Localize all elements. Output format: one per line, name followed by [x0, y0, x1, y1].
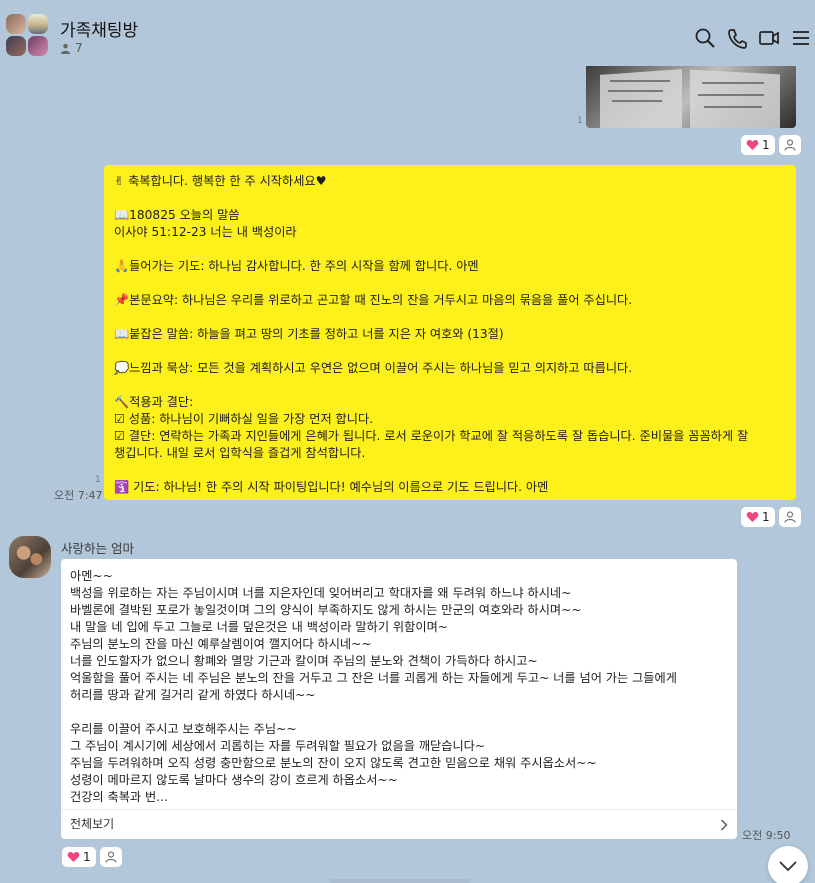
- message-line: 백성을 위로하는 자는 주님이시며 너를 지은자인데 잊어버리고 학대자를 왜 …: [70, 586, 572, 600]
- read-marker: 1: [95, 475, 101, 485]
- reaction-bar: 1: [741, 507, 801, 527]
- message-line: [114, 462, 786, 479]
- photo-text-line: [698, 94, 764, 96]
- message-line: 💭느낌과 묵상: 모든 것을 계획하시고 우연은 없으며 이끌어 주시는 하나님…: [114, 361, 633, 375]
- member-count-value: 7: [75, 41, 83, 55]
- message-line: 주님의 분노의 잔을 마신 예루살렘이여 깰지어다 하시네~~: [70, 637, 372, 651]
- message-line: 바벨론에 결박된 포로가 놓일것이며 그의 양식이 부족하지도 않게 하시는 만…: [70, 603, 582, 617]
- message-line: 내 말을 네 입에 두고 그늘로 너를 덮은것은 내 백성이라 말하기 위함이며…: [70, 620, 448, 634]
- message-line: 🔨적용과 결단:: [114, 395, 194, 409]
- heart-icon: [67, 851, 80, 862]
- react-members-button[interactable]: [778, 135, 801, 155]
- see-all-button[interactable]: 전체보기: [61, 809, 737, 839]
- message-line: 🛐 기도: 하나님! 한 주의 시작 파이팅입니다! 예수님의 이름으로 기도 …: [114, 480, 549, 494]
- received-message-bubble[interactable]: 아멘~~ 백성을 위로하는 자는 주님이시며 너를 지은자인데 잊어버리고 학대자…: [61, 559, 737, 839]
- scroll-to-bottom-button[interactable]: [768, 846, 808, 883]
- message-line: 🙏들어가는 기도: 하나님 감사합니다. 한 주의 시작을 함께 합니다. 아멘: [114, 259, 479, 273]
- message-line: 주님을 두려워하며 오직 성령 충만함으로 분노의 잔이 오지 않도록 견고한 …: [70, 756, 597, 770]
- member-avatar: [6, 36, 26, 56]
- chat-header: 가족채팅방 7: [0, 0, 815, 66]
- message-time: 오전 9:50: [742, 829, 791, 842]
- reaction-bar: 1: [62, 847, 122, 867]
- react-members-button[interactable]: [99, 847, 122, 867]
- message-line: 이사야 51:12-23 너는 내 백성이라: [114, 225, 297, 239]
- heart-icon: [746, 139, 759, 150]
- heart-count: 1: [762, 138, 770, 152]
- member-avatar: [28, 36, 48, 56]
- person-icon: [784, 511, 796, 523]
- reaction-bar: 1: [741, 135, 801, 155]
- chevron-right-icon: [721, 819, 728, 830]
- message-text: 아멘~~ 백성을 위로하는 자는 주님이시며 너를 지은자인데 잊어버리고 학대자…: [70, 568, 728, 806]
- sent-message-bubble[interactable]: ✌ 축복합니다. 행복한 한 주 시작하세요♥ 📖180825 오늘의 말씀이사야…: [104, 165, 796, 500]
- message-line: 건강의 축복과 번...: [70, 790, 168, 804]
- search-icon[interactable]: [694, 27, 716, 49]
- message-line: 억울함을 풀어 주시는 네 주님은 분노의 잔을 거두고 그 잔은 너를 괴롭게…: [70, 671, 677, 685]
- heart-icon: [746, 511, 759, 522]
- group-avatar[interactable]: [6, 14, 50, 58]
- person-icon: [784, 139, 796, 151]
- photo-text-line: [704, 106, 762, 108]
- person-icon: [105, 851, 117, 863]
- see-all-label: 전체보기: [70, 817, 115, 831]
- message-line: 📌본문요약: 하나님은 우리를 위로하고 곤고할 때 진노의 잔을 거두시고 마…: [114, 293, 633, 307]
- message-line: 📖붙잡은 말씀: 하늘을 펴고 땅의 기초를 정하고 너를 지은 자 여호와 (…: [114, 327, 504, 341]
- message-line: [114, 309, 786, 326]
- react-members-button[interactable]: [778, 507, 801, 527]
- message-line: 챙깁니다. 내일 로서 입학식을 즐겁게 참석합니다.: [114, 446, 366, 460]
- message-line: 우리를 이끌어 주시고 보호해주시는 주님~~: [70, 722, 297, 736]
- message-line: ☑ 결단: 연락하는 가족과 지인들에게 은혜가 됩니다. 로서 로운이가 학교…: [114, 429, 749, 443]
- read-marker: 1: [577, 116, 583, 126]
- message-line: 허리를 땅과 같게 길거리 같게 하였다 하시네~~: [70, 688, 316, 702]
- message-line: [114, 275, 786, 292]
- message-line: [114, 377, 786, 394]
- heart-reaction[interactable]: 1: [741, 507, 775, 527]
- photo-text-line: [610, 80, 670, 82]
- message-line: [114, 343, 786, 360]
- heart-count: 1: [83, 850, 91, 864]
- message-line: 그 주님이 계시기에 세상에서 괴롭히는 자를 두려워할 필요가 없음을 깨닫습…: [70, 739, 486, 753]
- photo-message[interactable]: [586, 66, 796, 128]
- photo-page: [690, 69, 780, 128]
- message-line: [114, 241, 786, 258]
- message-line: [70, 704, 728, 721]
- input-bar-edge: [330, 879, 470, 883]
- member-avatar: [28, 14, 48, 34]
- sender-avatar[interactable]: [9, 536, 51, 578]
- chevron-down-icon: [779, 861, 797, 871]
- message-line: 성령이 메마르지 않도록 날마다 생수의 강이 흐르게 하옵소서~~: [70, 773, 398, 787]
- phone-icon[interactable]: [726, 27, 748, 49]
- message-line: 너를 인도할자가 없으니 황폐와 멸망 기근과 칼이며 주님의 분노와 견책이 …: [70, 654, 538, 668]
- message-line: ☑ 성품: 하나님이 기뻐하실 일을 가장 먼저 합니다.: [114, 412, 374, 426]
- member-avatar: [6, 14, 26, 34]
- sender-name: 사랑하는 엄마: [61, 541, 134, 556]
- photo-text-line: [612, 100, 662, 102]
- message-line: [114, 190, 786, 207]
- person-icon: [60, 43, 71, 54]
- member-count[interactable]: 7: [60, 41, 83, 55]
- photo-text-line: [702, 82, 764, 84]
- heart-count: 1: [762, 510, 770, 524]
- video-icon[interactable]: [758, 27, 780, 49]
- chat-title[interactable]: 가족채팅방: [60, 16, 138, 41]
- message-line: 아멘~~: [70, 569, 113, 583]
- heart-reaction[interactable]: 1: [741, 135, 775, 155]
- message-line: ✌ 축복합니다. 행복한 한 주 시작하세요♥: [114, 174, 327, 188]
- photo-text-line: [608, 90, 663, 92]
- menu-icon[interactable]: [790, 27, 812, 49]
- message-time: 오전 7:47: [54, 489, 103, 502]
- heart-reaction[interactable]: 1: [62, 847, 96, 867]
- photo-page: [600, 69, 682, 128]
- message-line: 📖180825 오늘의 말씀: [114, 208, 240, 222]
